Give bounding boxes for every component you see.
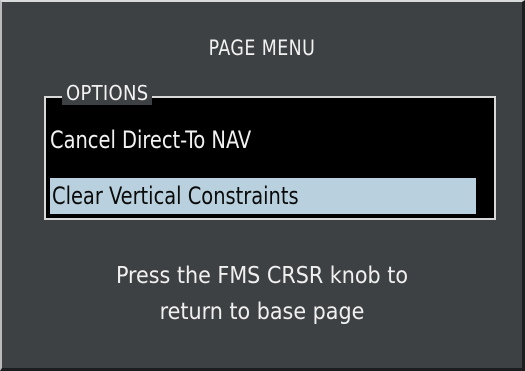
- instruction-text: Press the FMS CRSR knob to return to bas…: [2, 258, 522, 330]
- menu-item-label: Cancel Direct-To NAV: [50, 126, 252, 154]
- page-title: PAGE MENU: [208, 36, 316, 60]
- options-list: Cancel Direct-To NAV Clear Vertical Cons…: [44, 96, 496, 220]
- menu-item-cancel-direct-to-nav[interactable]: Cancel Direct-To NAV: [50, 122, 470, 158]
- instruction-line-1: Press the FMS CRSR knob to: [115, 263, 409, 289]
- menu-item-label: Clear Vertical Constraints: [52, 182, 299, 210]
- page-menu-window: PAGE MENU Cancel Direct-To NAV Clear Ver…: [0, 0, 525, 371]
- menu-item-clear-vertical-constraints[interactable]: Clear Vertical Constraints: [50, 178, 476, 214]
- options-group-label: OPTIONS: [62, 81, 153, 105]
- instruction-line-2: return to base page: [159, 299, 365, 325]
